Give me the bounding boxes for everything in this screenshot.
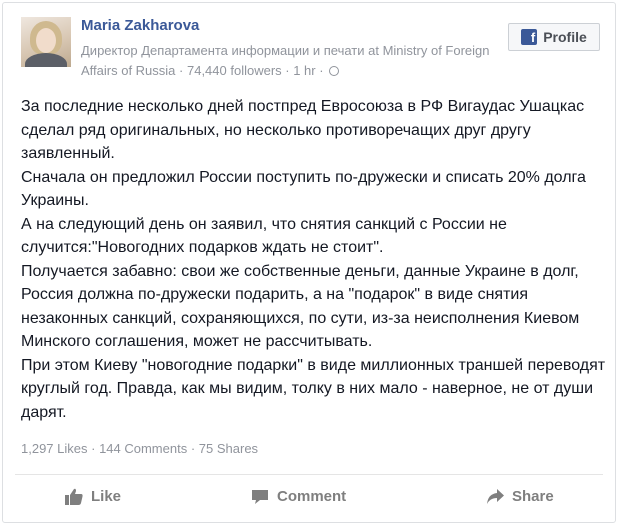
comments-count[interactable]: 144 Comments bbox=[99, 441, 187, 456]
meta-separator: · bbox=[175, 63, 187, 78]
share-arrow-icon bbox=[487, 488, 504, 504]
action-divider bbox=[15, 474, 603, 475]
thumbs-up-icon bbox=[65, 488, 83, 505]
facebook-icon: f bbox=[521, 29, 538, 45]
likes-count[interactable]: 1,297 Likes bbox=[21, 441, 88, 456]
post-stats: 1,297 Likes · 144 Comments · 75 Shares bbox=[21, 441, 258, 456]
stats-separator: · bbox=[187, 441, 199, 456]
shares-count[interactable]: 75 Shares bbox=[199, 441, 258, 456]
profile-button[interactable]: f Profile bbox=[508, 23, 600, 51]
post-paragraph: Получается забавно: свои же собственные … bbox=[21, 262, 580, 351]
avatar-face bbox=[36, 28, 56, 53]
post-paragraph: А на следующий день он заявил, что сняти… bbox=[21, 215, 507, 257]
meta-separator: · bbox=[281, 63, 294, 78]
share-button[interactable]: Share bbox=[486, 488, 554, 505]
post-paragraph: При этом Киеву "новогодние подарки" в ви… bbox=[21, 356, 606, 421]
comment-button[interactable]: Comment bbox=[251, 488, 346, 505]
follower-count: 74,440 followers bbox=[186, 63, 282, 78]
avatar-shoulders bbox=[25, 53, 67, 67]
comment-icon bbox=[252, 489, 268, 504]
author-avatar[interactable] bbox=[21, 17, 71, 67]
stats-separator: · bbox=[87, 441, 100, 456]
globe-icon[interactable] bbox=[329, 66, 340, 76]
like-label: Like bbox=[91, 488, 122, 505]
author-name[interactable]: Maria Zakharova bbox=[81, 17, 199, 34]
post-body: За последние несколько дней постпред Евр… bbox=[21, 95, 611, 424]
post-time[interactable]: 1 hr bbox=[293, 63, 315, 78]
comment-label: Comment bbox=[277, 488, 347, 505]
like-button[interactable]: Like bbox=[65, 488, 121, 505]
share-label: Share bbox=[512, 488, 554, 505]
profile-button-label: Profile bbox=[543, 29, 587, 45]
post-paragraph: Сначала он предложил России поступить по… bbox=[21, 168, 586, 210]
meta-separator: · bbox=[315, 63, 328, 78]
post-card: Maria Zakharova Директор Департамента ин… bbox=[2, 2, 616, 523]
post-paragraph: За последние несколько дней постпред Евр… bbox=[21, 98, 585, 162]
author-meta: Директор Департамента информации и печат… bbox=[81, 41, 511, 81]
